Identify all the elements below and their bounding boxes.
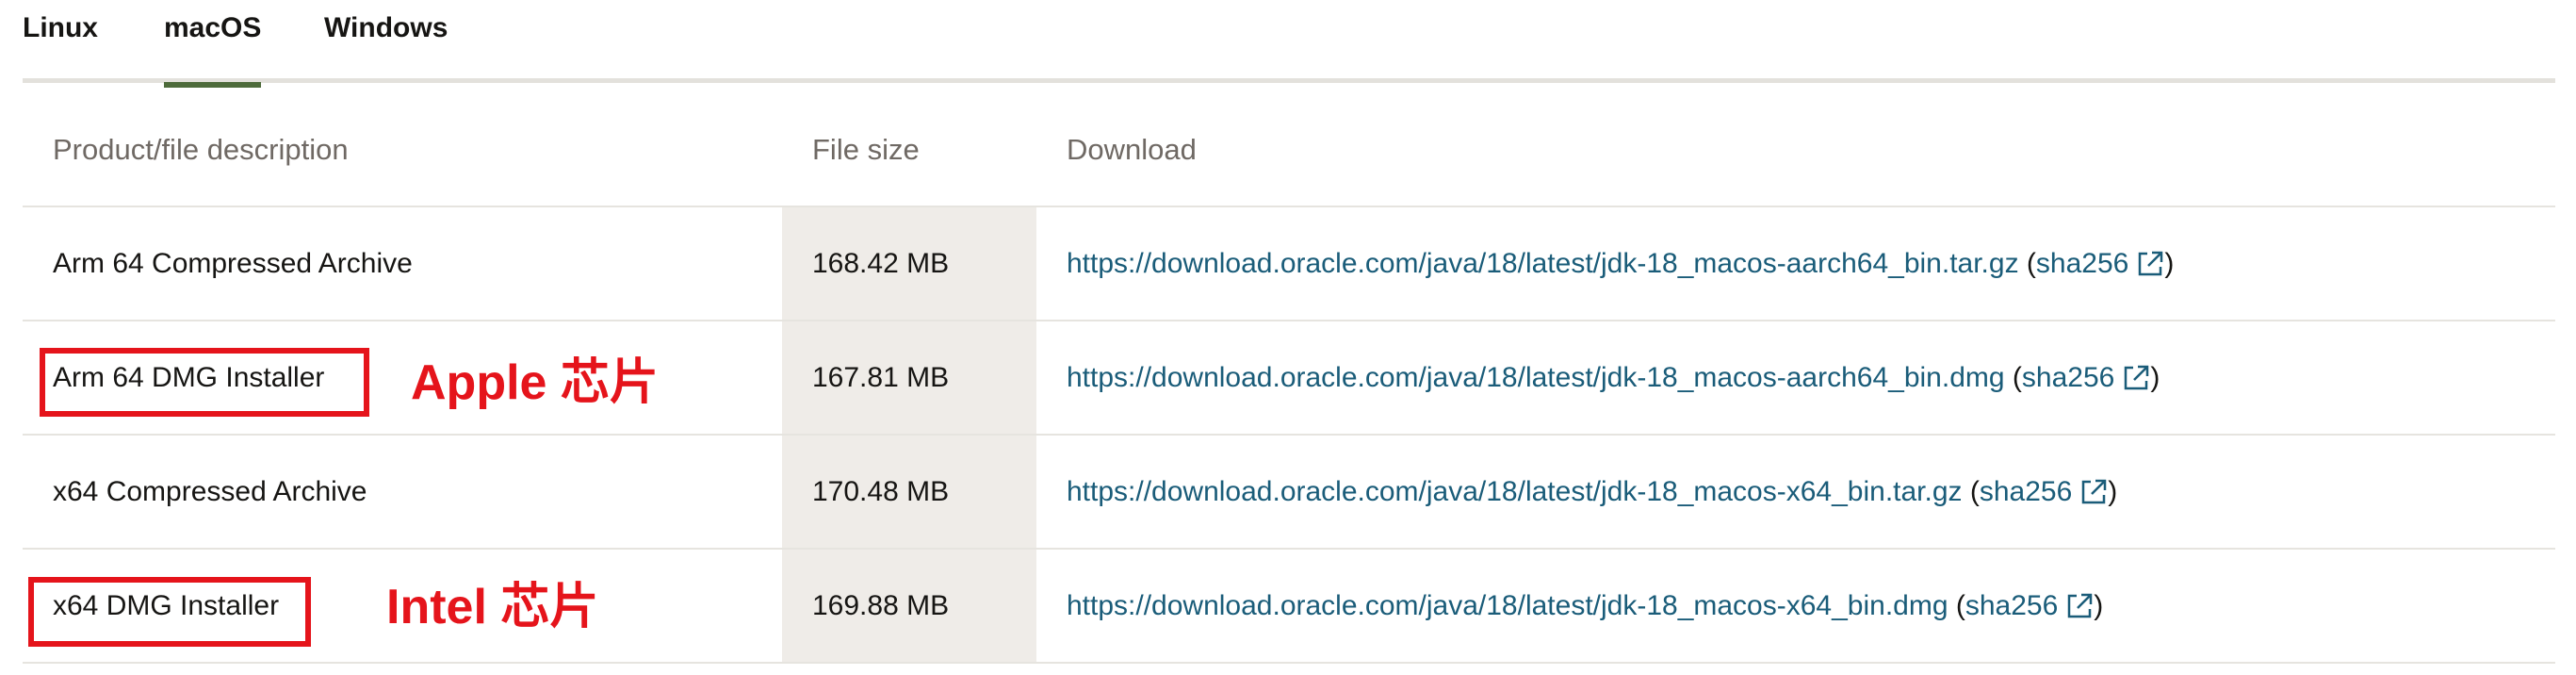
row-download: https://download.oracle.com/java/18/late… [1067,436,2117,548]
row-description: x64 Compressed Archive [53,475,367,507]
external-link-icon[interactable] [2065,592,2094,620]
download-link[interactable]: https://download.oracle.com/java/18/late… [1067,248,2019,280]
annotation-intel-chip: Intel 芯片 [386,580,599,634]
row-download: https://download.oracle.com/java/18/late… [1067,550,2103,662]
annotation-box-arm-dmg [40,348,369,417]
tab-macos[interactable]: macOS [164,6,262,88]
paren-open: ( [2018,247,2036,279]
paren-close: ) [2150,361,2160,393]
sha256-link[interactable]: sha256 [1980,476,2072,508]
external-link-icon[interactable] [2136,250,2164,278]
row-download: https://download.oracle.com/java/18/late… [1067,207,2174,320]
table-row: x64 Compressed Archive 170.48 MB https:/… [23,436,2555,550]
row-description: Arm 64 Compressed Archive [53,247,413,279]
annotation-box-x64-dmg [28,577,311,647]
table-header-row: Product/file description File size Downl… [23,94,2555,207]
os-tabs: Linux macOS Windows [23,0,2555,88]
external-link-icon[interactable] [2079,478,2108,506]
row-file-size: 168.42 MB [812,247,950,279]
paren-close: ) [2094,589,2104,621]
download-link[interactable]: https://download.oracle.com/java/18/late… [1067,476,1963,508]
header-description: Product/file description [53,133,349,166]
external-link-icon[interactable] [2122,364,2150,392]
row-download: https://download.oracle.com/java/18/late… [1067,321,2160,434]
sha256-link[interactable]: sha256 [1965,590,2058,622]
paren-close: ) [2108,475,2118,507]
row-file-size: 167.81 MB [812,361,950,393]
table-row: Arm 64 DMG Installer 167.81 MB https://d… [23,321,2555,436]
table-row: Arm 64 Compressed Archive 168.42 MB http… [23,207,2555,321]
paren-open: ( [1948,589,1965,621]
download-page: Linux macOS Windows Product/file descrip… [0,0,2576,675]
row-file-size: 169.88 MB [812,589,950,621]
paren-close: ) [2164,247,2175,279]
sha256-link[interactable]: sha256 [2036,248,2128,280]
paren-open: ( [1962,475,1980,507]
header-download: Download [1067,133,1197,166]
download-link[interactable]: https://download.oracle.com/java/18/late… [1067,590,1948,622]
row-file-size: 170.48 MB [812,475,950,507]
tab-linux[interactable]: Linux [23,6,98,83]
header-file-size: File size [812,133,920,166]
tab-windows[interactable]: Windows [324,6,448,83]
annotation-apple-chip: Apple 芯片 [411,355,659,410]
download-link[interactable]: https://download.oracle.com/java/18/late… [1067,362,2005,394]
sha256-link[interactable]: sha256 [2022,362,2114,394]
paren-open: ( [2004,361,2022,393]
